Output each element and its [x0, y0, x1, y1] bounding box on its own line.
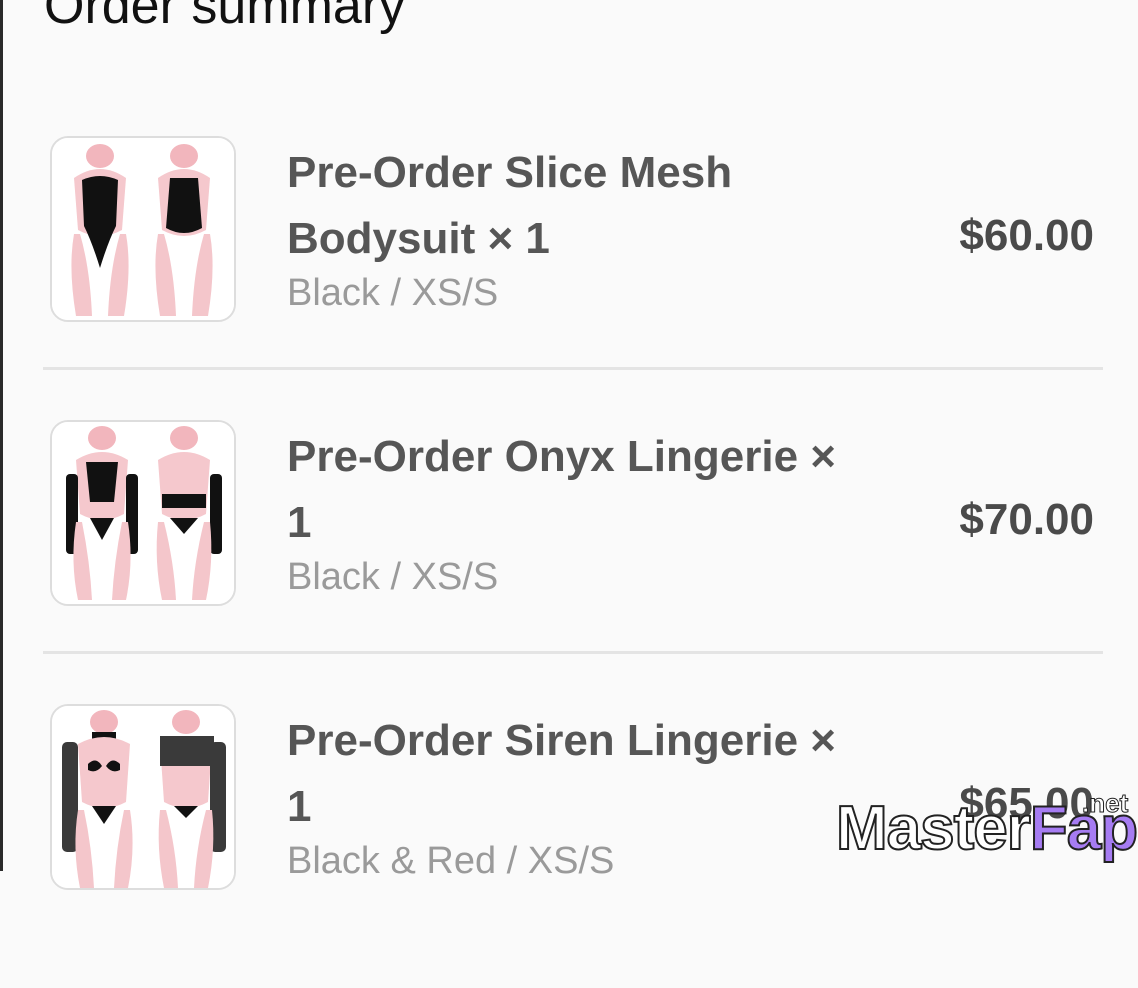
- product-name: Pre-Order Slice Mesh Bodysuit × 1: [287, 148, 733, 263]
- lingerie-product-image: [52, 422, 234, 604]
- watermark-brand-part1: Master: [835, 793, 1032, 864]
- order-summary-title: Order summary: [44, 0, 406, 35]
- watermark-suffix: .net: [1081, 788, 1129, 819]
- product-price: $70.00: [959, 495, 1094, 544]
- product-thumbnail-bodysuit: [50, 136, 236, 322]
- product-thumbnail-onyx: [50, 420, 236, 606]
- product-variant: Black / XS/S: [287, 272, 499, 314]
- product-price: $60.00: [959, 211, 1094, 260]
- product-variant: Black / XS/S: [287, 556, 499, 598]
- product-thumbnail-siren: [50, 704, 236, 890]
- item-divider: [43, 651, 1103, 654]
- product-name: Pre-Order Onyx Lingerie × 1: [287, 432, 836, 547]
- product-name: Pre-Order Siren Lingerie × 1: [287, 716, 836, 831]
- lingerie-product-image: [52, 706, 234, 888]
- bodysuit-product-image: [52, 138, 234, 320]
- order-line-item: Pre-Order Slice Mesh Bodysuit × 1 Black …: [0, 136, 1138, 420]
- product-variant: Black & Red / XS/S: [287, 840, 615, 882]
- item-divider: [43, 367, 1103, 370]
- order-line-item: Pre-Order Onyx Lingerie × 1 Black / XS/S…: [0, 420, 1138, 704]
- watermark-logo: MasterFap .net: [835, 788, 1138, 866]
